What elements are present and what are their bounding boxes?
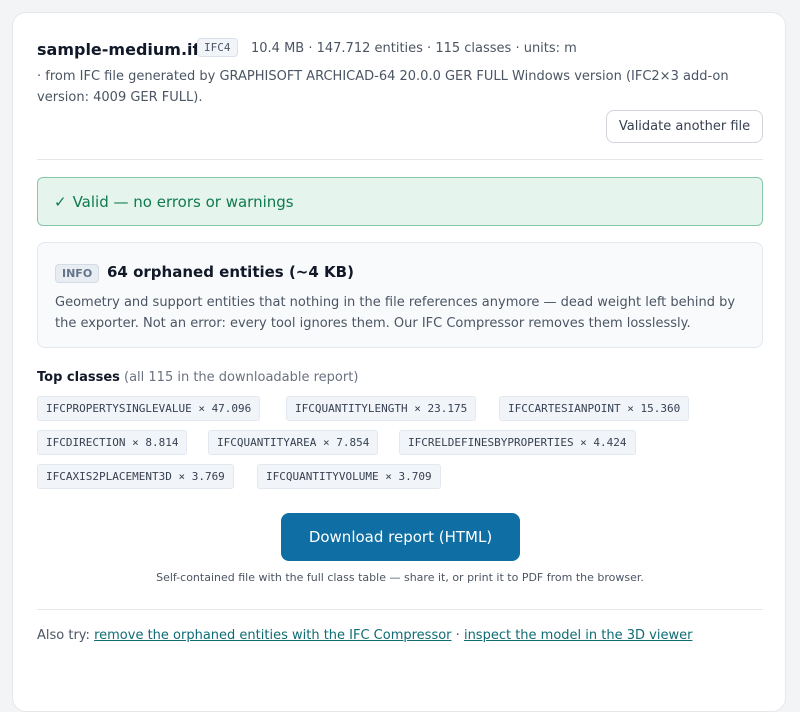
top-classes-heading: Top classes (all 115 in the downloadable…	[37, 370, 358, 385]
class-chip: IFCAXIS2PLACEMENT3D × 3.769	[37, 464, 234, 489]
class-chip: IFCRELDEFINESBYPROPERTIES × 4.424	[399, 430, 636, 455]
check-icon: ✓	[54, 192, 67, 211]
info-title: 64 orphaned entities (~4 KB)	[107, 263, 354, 281]
file-stats: 10.4 MB · 147.712 entities · 115 classes…	[251, 41, 577, 56]
class-chip: IFCCARTESIANPOINT × 15.360	[499, 396, 690, 421]
top-classes-subtitle: (all 115 in the downloadable report)	[124, 370, 359, 385]
validate-another-file-button[interactable]: Validate another file	[606, 110, 763, 143]
top-classes-title: Top classes	[37, 370, 120, 385]
divider	[37, 609, 763, 610]
file-origin: · from IFC file generated by GRAPHISOFT …	[37, 69, 729, 105]
ifc-compressor-link[interactable]: remove the orphaned entities with the IF…	[94, 628, 451, 643]
download-note: Self-contained file with the full class …	[156, 571, 644, 584]
also-try-label: Also try:	[37, 628, 90, 643]
class-chip: IFCQUANTITYAREA × 7.854	[208, 430, 379, 455]
class-chip: IFCQUANTITYVOLUME × 3.709	[257, 464, 441, 489]
link-separator: ·	[455, 628, 460, 643]
valid-status-banner: ✓ Valid — no errors or warnings	[37, 177, 763, 226]
info-panel: INFO 64 orphaned entities (~4 KB) Geomet…	[37, 242, 763, 348]
valid-message: Valid — no errors or warnings	[72, 192, 294, 211]
class-chip: IFCPROPERTYSINGLEVALUE × 47.096	[37, 396, 261, 421]
download-report-button[interactable]: Download report (HTML)	[281, 513, 520, 561]
info-badge: INFO	[55, 264, 100, 283]
file-name: sample-medium.ifc	[37, 40, 209, 59]
divider	[37, 159, 763, 160]
class-chip: IFCQUANTITYLENGTH × 23.175	[286, 396, 477, 421]
report-card: sample-medium.ifc IFC4 10.4 MB · 147.712…	[12, 12, 786, 712]
also-try-links: Also try: remove the orphaned entities w…	[37, 628, 692, 643]
schema-badge: IFC4	[197, 38, 238, 57]
3d-viewer-link[interactable]: inspect the model in the 3D viewer	[464, 628, 692, 643]
info-description: Geometry and support entities that nothi…	[55, 295, 736, 331]
class-chip: IFCDIRECTION × 8.814	[37, 430, 188, 455]
